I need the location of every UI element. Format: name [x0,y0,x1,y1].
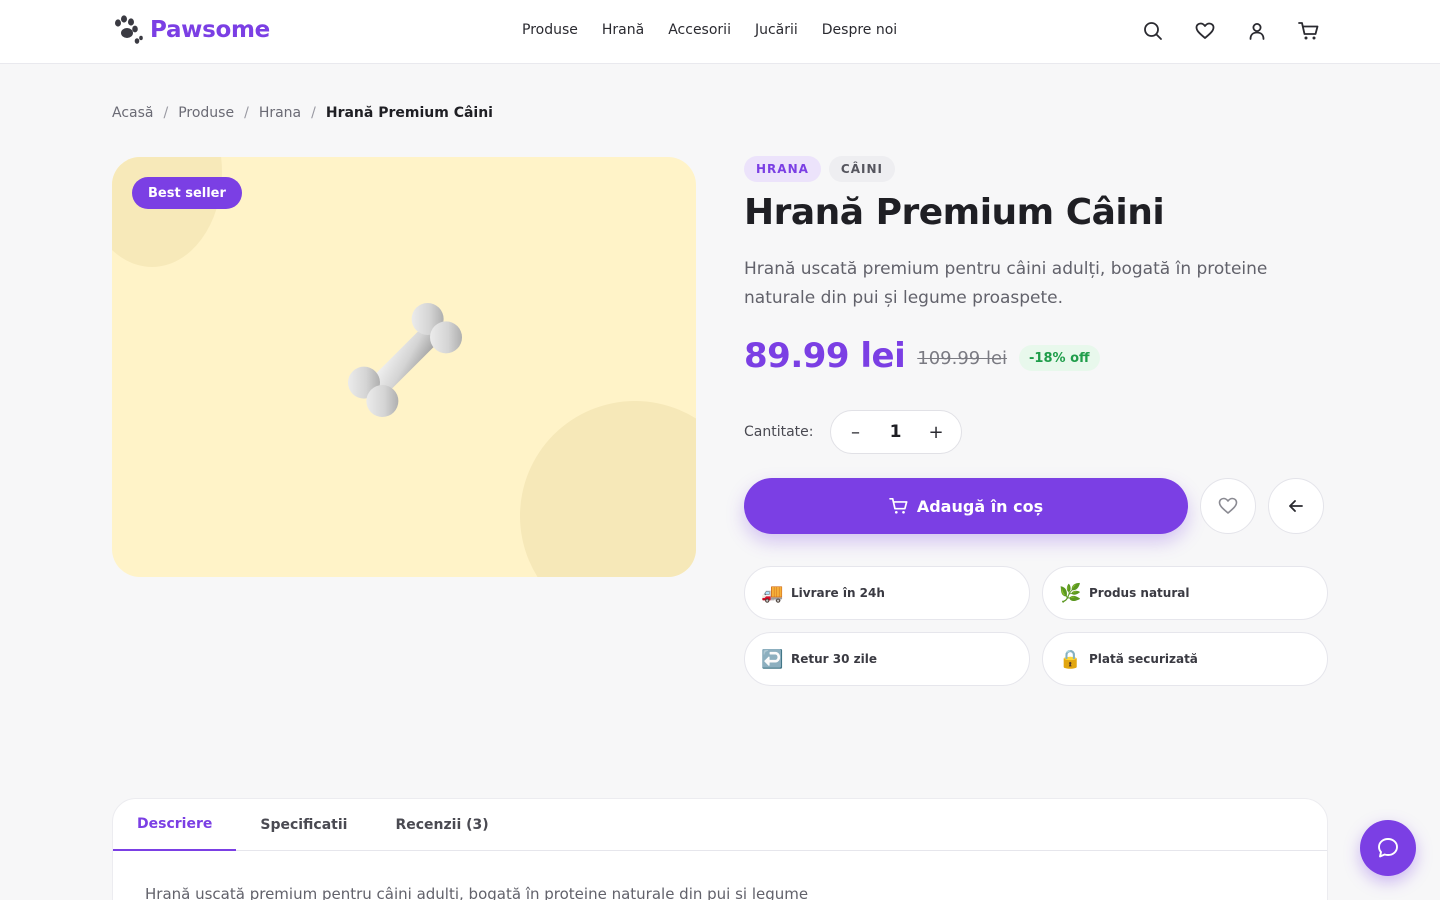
tab-recenzii[interactable]: Recenzii (3) [371,799,512,851]
cart-icon[interactable] [1298,20,1320,42]
brand-name: Pawsome [150,17,270,43]
tag-hrana[interactable]: HRANA [744,156,821,182]
back-button[interactable] [1268,478,1324,534]
cta-row: Adaugă în coș [744,478,1324,534]
quantity-value[interactable]: 1 [890,422,902,442]
tab-descriere[interactable]: Descriere [113,799,237,851]
tab-specificatii[interactable]: Specificatii [236,799,371,851]
breadcrumb-separator: / [244,105,249,121]
return-icon: ↩️ [761,648,784,670]
quantity-stepper: – 1 + [829,410,962,454]
feature-list: 🚚 Livrare în 24h 🌿 Produs natural ↩️ Ret… [744,566,1328,686]
chat-button[interactable] [1360,820,1416,876]
nav-item-produse[interactable]: Produse [522,22,578,38]
decor-blob [520,401,696,577]
feature-label: Produs natural [1089,586,1190,600]
product-description: Hrană uscată premium pentru câini adulți… [744,259,1268,308]
nav-item-accesorii[interactable]: Accesorii [668,22,731,38]
breadcrumb: Acasă / Produse / Hrana / Hrană Premium … [112,105,493,121]
feature-label: Plată securizată [1089,652,1198,666]
wishlist-button[interactable] [1200,478,1256,534]
add-to-cart-button[interactable]: Adaugă în coș [744,478,1188,534]
breadcrumb-separator: / [163,105,169,121]
product-tags: HRANA CÂINI [744,156,895,182]
header-actions [1142,20,1320,42]
quantity-row: Cantitate: – 1 + [744,410,962,454]
tag-caini[interactable]: CÂINI [828,156,895,182]
leaf-icon: 🌿 [1059,582,1082,604]
chat-bubble-icon [1378,838,1398,858]
search-icon[interactable] [1142,20,1164,42]
old-price: 109.99 lei [917,347,1008,369]
product-title: Hrană Premium Câini [744,192,1165,233]
breadcrumb-current: Hrană Premium Câini [325,105,493,121]
feature-label: Livrare în 24h [791,586,885,600]
nav-item-despre-noi[interactable]: Despre noi [822,22,897,38]
discount-badge: -18% off [1019,345,1100,371]
heart-icon[interactable] [1194,20,1216,42]
decor-blob [112,157,222,267]
brand-logo[interactable]: Pawsome [112,14,270,46]
arrow-left-icon [1289,500,1303,512]
product-tabs-card: Descriere Specificatii Recenzii (3) Hran… [112,798,1328,900]
lock-icon: 🔒 [1059,648,1082,670]
user-icon[interactable] [1246,20,1268,42]
breadcrumb-separator: / [311,105,316,121]
nav-item-hrana[interactable]: Hrană [602,22,644,38]
add-to-cart-label: Adaugă în coș [916,496,1044,516]
product-tabs: Descriere Specificatii Recenzii (3) [113,799,1327,851]
main-nav: Produse Hrană Accesorii Jucării Despre n… [522,22,897,38]
truck-icon: 🚚 [761,582,784,604]
quantity-label: Cantitate: [744,424,814,440]
breadcrumb-produse[interactable]: Produse [178,105,234,121]
site-header: Pawsome Produse Hrană Accesorii Jucării … [0,0,1440,64]
increment-button[interactable]: + [929,422,944,443]
decrement-button[interactable]: – [849,422,863,443]
nav-item-jucarii[interactable]: Jucării [755,22,798,38]
breadcrumb-home[interactable]: Acasă [112,105,153,121]
product-image-panel[interactable]: Best seller [112,157,696,577]
feature-delivery: 🚚 Livrare în 24h [744,566,1030,620]
price-row: 89.99 lei 109.99 lei -18% off [744,336,1100,376]
tab-content: Hrană uscată premium pentru câini adulți… [145,885,809,900]
feature-label: Retur 30 zile [791,652,877,666]
best-seller-badge: Best seller [132,177,242,209]
paw-icon [115,15,143,44]
bone-icon [347,302,463,418]
feature-natural: 🌿 Produs natural [1042,566,1328,620]
feature-secure-payment: 🔒 Plată securizată [1042,632,1328,686]
cart-icon [888,497,908,514]
breadcrumb-hrana[interactable]: Hrana [259,105,301,121]
current-price: 89.99 lei [744,336,906,376]
heart-icon [1218,497,1238,514]
feature-returns: ↩️ Retur 30 zile [744,632,1030,686]
